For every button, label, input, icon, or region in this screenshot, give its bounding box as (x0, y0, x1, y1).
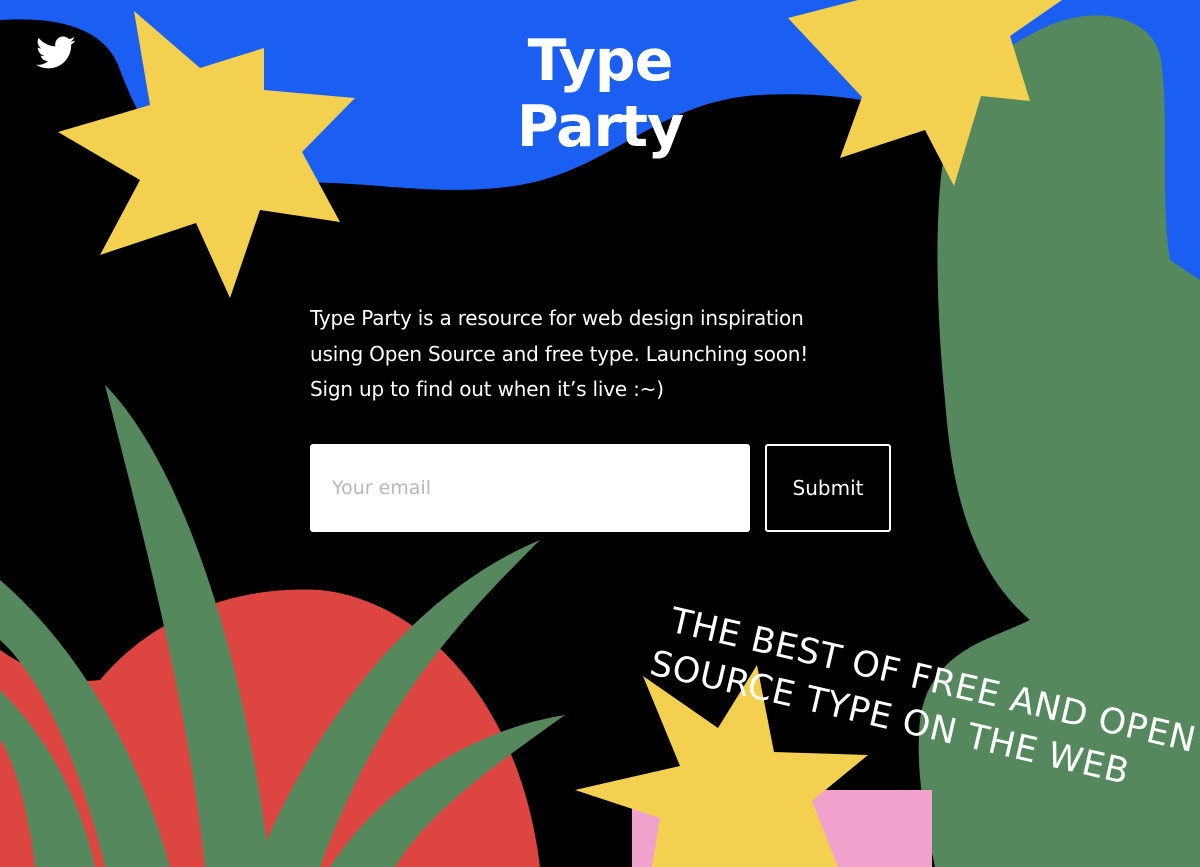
site-title-line: Type (527, 28, 674, 94)
twitter-link[interactable] (36, 36, 76, 70)
signup-form: Submit (310, 444, 891, 532)
intro-text: Type Party is a resource for web design … (310, 301, 870, 408)
site-title: Type Party (460, 28, 740, 160)
email-field[interactable] (310, 444, 750, 532)
intro-line: Sign up to find out when it’s live :~) (310, 377, 664, 401)
landing-page: Type Party Type Party is a resource for … (0, 0, 1200, 867)
site-title-line: Party (516, 94, 684, 160)
intro-line: using Open Source and free type. Launchi… (310, 341, 809, 366)
twitter-bird-icon (36, 36, 76, 69)
intro-line: Type Party is a resource for web design … (310, 306, 804, 330)
submit-button[interactable]: Submit (765, 444, 891, 532)
